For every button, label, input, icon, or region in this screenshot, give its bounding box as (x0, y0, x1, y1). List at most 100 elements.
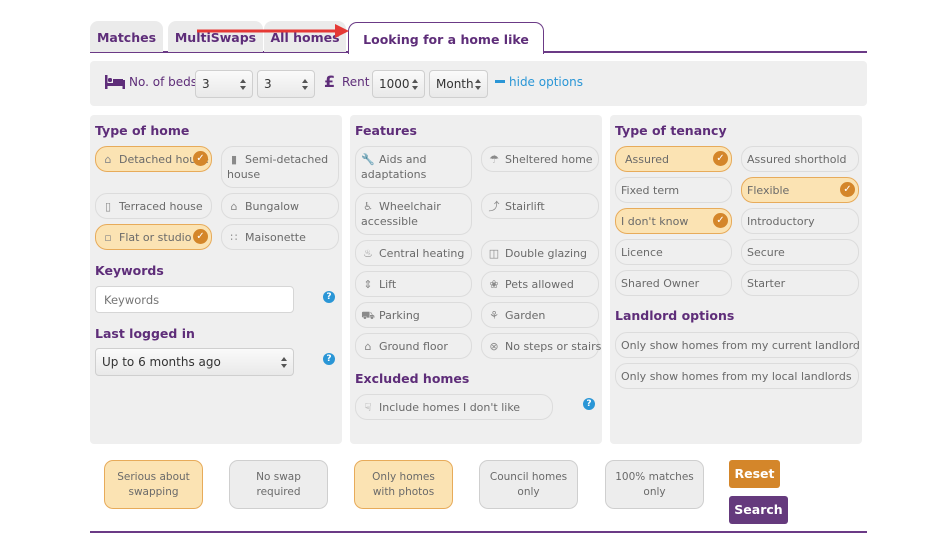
home-type-bungalow[interactable]: ⌂ Bungalow (221, 193, 339, 219)
help-icon[interactable]: ? (583, 398, 595, 410)
keywords-input[interactable] (95, 286, 294, 313)
home-type-terraced[interactable]: ▯ Terraced house (95, 193, 212, 219)
chip-label: Assured shorthold (747, 153, 847, 166)
chip-label: No steps or stairs (505, 340, 602, 353)
semi-detached-icon: ▮ (230, 153, 238, 166)
home-type-semi-detached[interactable]: ▮ Semi-detached house (221, 146, 339, 188)
help-icon[interactable]: ? (323, 353, 335, 365)
tenancy-assured-shorthold[interactable]: Assured shorthold (741, 146, 859, 172)
chip-label: Double glazing (505, 247, 588, 260)
tenancy-secure[interactable]: Secure (741, 239, 859, 265)
check-icon: ✓ (840, 182, 855, 197)
chip-label: Sheltered home (505, 153, 593, 166)
check-icon: ✓ (193, 229, 208, 244)
check-icon: ✓ (193, 151, 208, 166)
paw-icon: ❀ (489, 278, 499, 291)
tenancy-licence[interactable]: Licence (615, 239, 732, 265)
chip-label: Include homes I don't like (379, 401, 521, 414)
search-button[interactable]: Search (729, 496, 788, 524)
feature-central-heating[interactable]: ♨ Central heating (355, 240, 472, 266)
council-homes-only-toggle[interactable]: Council homes only (479, 460, 578, 509)
tenancy-panel: Type of tenancy Assured ✓ Assured shorth… (610, 115, 862, 444)
pound-icon: £ (324, 72, 336, 91)
rent-period-select[interactable]: Month (429, 70, 488, 98)
tenancy-starter[interactable]: Starter (741, 270, 859, 296)
features-panel: Features 🔧 Aids and adaptations ☂ Sheltere… (350, 115, 602, 444)
tenancy-shared-owner[interactable]: Shared Owner (615, 270, 732, 296)
chip-label: Terraced house (119, 200, 203, 213)
feature-garden[interactable]: ⚘ Garden (481, 302, 599, 328)
tenancy-dont-know[interactable]: I don't know ✓ (615, 208, 732, 234)
home-type-maisonette[interactable]: ∷ Maisonette (221, 224, 339, 250)
tab-bar: Matches MultiSwaps All homes Looking for… (90, 21, 867, 80)
wheelchair-icon: ♿ (363, 200, 373, 213)
beds-max-value: 3 (264, 77, 272, 91)
tenancy-fixed-term[interactable]: Fixed term (615, 177, 732, 203)
chip-label: Stairlift (505, 200, 545, 213)
chip-label: Semi-detached house (227, 153, 329, 181)
divider (90, 531, 867, 533)
chip-label: Starter (747, 277, 786, 290)
no-steps-icon: ⊗ (489, 340, 499, 353)
chip-label: Ground floor (379, 340, 448, 353)
help-icon[interactable]: ? (323, 291, 335, 303)
last-logged-in-select[interactable]: Up to 6 months ago (95, 348, 294, 376)
feature-no-steps[interactable]: ⊗ No steps or stairs (481, 333, 602, 359)
chip-label: Garden (505, 309, 546, 322)
chip-label: Pets allowed (505, 278, 574, 291)
spinner-icon (475, 79, 481, 90)
type-of-tenancy-heading: Type of tenancy (615, 123, 727, 138)
plant-icon: ⚘ (489, 309, 499, 322)
feature-lift[interactable]: ⇕ Lift (355, 271, 472, 297)
tenancy-assured[interactable]: Assured ✓ (615, 146, 732, 172)
features-heading: Features (355, 123, 417, 138)
tab-multiswaps[interactable]: MultiSwaps (168, 21, 263, 52)
chip-label: Parking (379, 309, 420, 322)
home-type-flat[interactable]: ▫ Flat or studio ✓ (95, 224, 212, 250)
serious-about-swapping-toggle[interactable]: Serious about swapping (104, 460, 203, 509)
beds-min-select[interactable]: 3 (195, 70, 253, 98)
terraced-house-icon: ▯ (104, 200, 112, 213)
include-disliked-homes-toggle[interactable]: ☟ Include homes I don't like (355, 394, 553, 420)
full-matches-only-toggle[interactable]: 100% matches only (605, 460, 704, 509)
feature-double-glazing[interactable]: ◫ Double glazing (481, 240, 599, 266)
last-logged-in-heading: Last logged in (95, 326, 195, 341)
feature-stairlift[interactable]: ⤴ Stairlift (481, 193, 599, 219)
tab-matches[interactable]: Matches (90, 21, 163, 52)
hide-options-link[interactable]: hide options (495, 75, 583, 89)
landlord-current-toggle[interactable]: Only show homes from my current landlord (615, 332, 860, 358)
home-type-detached[interactable]: ⌂ Detached house ✓ (95, 146, 212, 172)
chip-label: Only show homes from my local landlords (621, 370, 852, 383)
chip-label: Only show homes from my current landlord (621, 339, 860, 352)
feature-ground-floor[interactable]: ⌂ Ground floor (355, 333, 472, 359)
wrench-icon: 🔧 (361, 153, 375, 166)
feature-sheltered[interactable]: ☂ Sheltered home (481, 146, 599, 172)
excluded-homes-heading: Excluded homes (355, 371, 470, 386)
spinner-icon (302, 79, 308, 90)
type-of-home-heading: Type of home (95, 123, 190, 138)
detached-house-icon: ⌂ (104, 153, 112, 166)
chip-label: Licence (621, 246, 663, 259)
landlord-local-toggle[interactable]: Only show homes from my local landlords (615, 363, 859, 389)
ground-floor-icon: ⌂ (364, 340, 372, 353)
tab-looking-for-home[interactable]: Looking for a home like yours (348, 22, 544, 80)
only-homes-with-photos-toggle[interactable]: Only homes with photos (354, 460, 453, 509)
tenancy-introductory[interactable]: Introductory (741, 208, 859, 234)
lift-icon: ⇕ (363, 278, 373, 291)
beds-max-select[interactable]: 3 (257, 70, 315, 98)
tab-all-homes[interactable]: All homes (264, 21, 346, 52)
rent-select[interactable]: 1000 (372, 70, 425, 98)
rent-label: Rent (342, 75, 370, 89)
feature-pets[interactable]: ❀ Pets allowed (481, 271, 599, 297)
feature-parking[interactable]: ⛟ Parking (355, 302, 472, 328)
reset-button[interactable]: Reset (729, 460, 780, 488)
tenancy-flexible[interactable]: Flexible ✓ (741, 177, 859, 203)
no-swap-required-toggle[interactable]: No swap required (229, 460, 328, 509)
chip-label: Fixed term (621, 184, 680, 197)
chip-label: Introductory (747, 215, 815, 228)
umbrella-icon: ☂ (489, 153, 499, 166)
feature-aids[interactable]: 🔧 Aids and adaptations (355, 146, 472, 188)
type-of-home-panel: Type of home ⌂ Detached house ✓ ▮ Semi-det… (90, 115, 342, 444)
chip-label: Secure (747, 246, 785, 259)
feature-wheelchair[interactable]: ♿ Wheelchair accessible (355, 193, 472, 235)
